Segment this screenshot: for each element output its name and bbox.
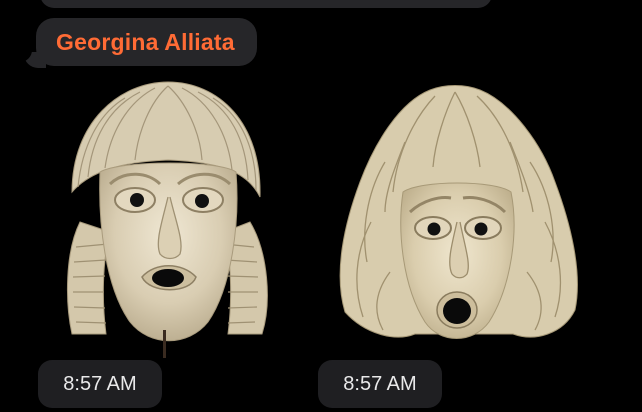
sender-name: Georgina Alliata	[56, 28, 235, 55]
message-timestamp: 8:57 AM	[318, 360, 442, 408]
tragedy-mask-photo[interactable]	[305, 72, 595, 362]
timestamp-text: 8:57 AM	[343, 372, 417, 395]
timestamp-text: 8:57 AM	[63, 372, 137, 395]
sender-name-bubble: Georgina Alliata	[36, 18, 257, 66]
message-timestamp: 8:57 AM	[38, 360, 162, 408]
comedy-mask-photo[interactable]	[10, 72, 300, 362]
previous-message-bubble[interactable]	[40, 0, 492, 8]
